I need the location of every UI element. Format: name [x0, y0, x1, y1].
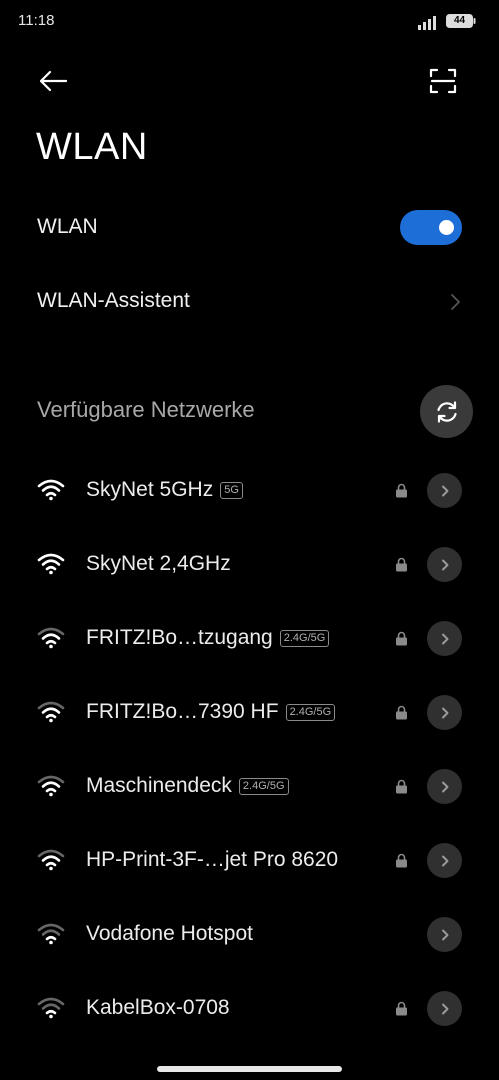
wifi-signal-icon [37, 553, 65, 575]
back-button[interactable] [31, 59, 75, 103]
network-item[interactable]: SkyNet 5GHz 5G [0, 454, 499, 528]
chevron-right-icon [441, 707, 448, 718]
available-networks-title: Verfügbare Netzwerke [37, 397, 255, 422]
wifi-signal-icon [37, 701, 65, 723]
chevron-right-icon [441, 929, 448, 940]
wlan-toggle-label: WLAN [37, 215, 98, 238]
band-badge: 2.4G/5G [238, 777, 289, 795]
chevron-right-icon [441, 781, 448, 792]
chevron-right-icon[interactable] [447, 291, 463, 313]
lock-icon [396, 631, 407, 646]
lock-icon [396, 1001, 407, 1016]
wifi-signal-icon [37, 849, 65, 871]
lock-icon [396, 853, 407, 868]
scan-icon [429, 68, 457, 94]
network-ssid: SkyNet 2,4GHz [86, 552, 231, 575]
network-ssid: KabelBox-0708 [86, 996, 230, 1019]
refresh-icon [436, 400, 457, 423]
network-item[interactable]: KabelBox-0708 [0, 972, 499, 1046]
wlan-toggle[interactable] [400, 210, 462, 245]
toggle-knob [439, 220, 454, 235]
network-item[interactable]: FRITZ!Bo…7390 HF 2.4G/5G [0, 676, 499, 750]
band-badge: 5G [220, 481, 243, 499]
network-item[interactable]: Vodafone Hotspot [0, 898, 499, 972]
lock-icon [396, 705, 407, 720]
network-ssid: FRITZ!Bo…tzugang [86, 626, 273, 649]
status-time: 11:18 [18, 12, 55, 29]
network-ssid: Vodafone Hotspot [86, 922, 253, 945]
wlan-assistant-item[interactable]: WLAN-Assistent [37, 289, 190, 313]
network-ssid: SkyNet 5GHz [86, 478, 214, 501]
page-title: WLAN [36, 126, 148, 168]
network-details-button[interactable] [427, 991, 462, 1026]
band-badge: 2.4G/5G [279, 629, 330, 647]
network-details-button[interactable] [427, 917, 462, 952]
scan-qr-button[interactable] [421, 59, 465, 103]
wifi-signal-icon [37, 627, 65, 649]
wifi-signal-icon [37, 997, 65, 1019]
lock-icon [396, 483, 407, 498]
lock-icon [396, 557, 407, 572]
network-details-button[interactable] [427, 843, 462, 878]
network-details-button[interactable] [427, 695, 462, 730]
wifi-signal-icon [37, 775, 65, 797]
network-item[interactable]: FRITZ!Bo…tzugang 2.4G/5G [0, 602, 499, 676]
network-details-button[interactable] [427, 621, 462, 656]
refresh-button[interactable] [420, 385, 473, 438]
network-item[interactable]: HP-Print-3F-…jet Pro 8620 [0, 824, 499, 898]
network-ssid: FRITZ!Bo…7390 HF [86, 700, 279, 723]
network-item[interactable]: SkyNet 2,4GHz [0, 528, 499, 602]
wifi-signal-icon [37, 923, 65, 945]
wifi-signal-icon [37, 479, 65, 501]
network-item[interactable]: Maschinendeck 2.4G/5G [0, 750, 499, 824]
band-badge: 2.4G/5G [285, 703, 336, 721]
signal-icon [418, 16, 436, 30]
network-ssid: HP-Print-3F-…jet Pro 8620 [86, 848, 339, 871]
chevron-right-icon [441, 485, 448, 496]
chevron-right-icon [441, 1003, 448, 1014]
chevron-right-icon [441, 633, 448, 644]
network-details-button[interactable] [427, 547, 462, 582]
lock-icon [396, 779, 407, 794]
battery-icon: 44 [446, 14, 476, 28]
network-details-button[interactable] [427, 473, 462, 508]
home-indicator[interactable] [157, 1066, 342, 1072]
battery-level: 44 [453, 15, 466, 26]
status-bar: 11:18 44 [0, 0, 499, 44]
network-ssid: Maschinendeck [86, 774, 232, 797]
arrow-left-icon [39, 70, 68, 92]
chevron-right-icon [441, 559, 448, 570]
chevron-right-icon [441, 855, 448, 866]
network-details-button[interactable] [427, 769, 462, 804]
